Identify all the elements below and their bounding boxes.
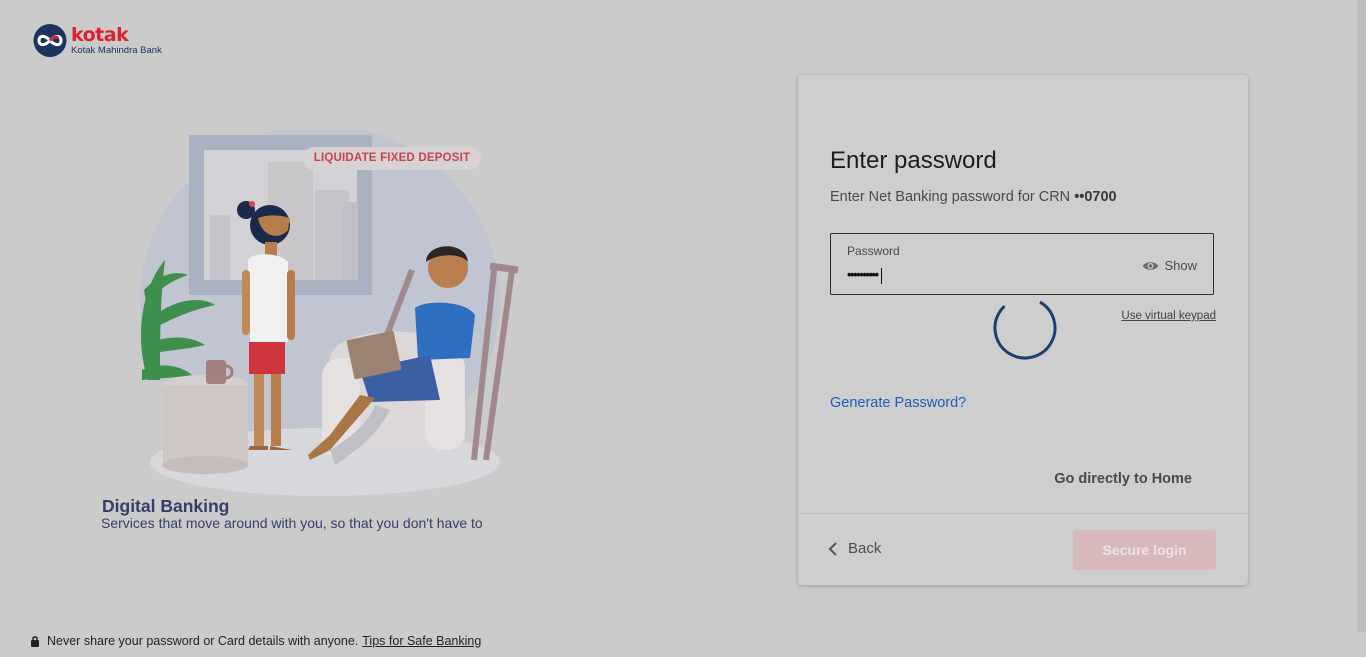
chevron-left-icon [828,541,837,556]
back-button[interactable]: Back [828,540,881,557]
digital-banking-illustration [140,130,519,496]
crn-masked: ••0700 [1074,189,1117,205]
password-label: Password [847,244,900,258]
show-label: Show [1164,258,1197,273]
go-directly-home-link[interactable]: Go directly to Home [1054,471,1192,487]
promo-subtitle: Services that move around with you, so t… [101,515,483,531]
brand-name: kotak [71,23,129,46]
loading-spinner [993,296,1057,360]
kotak-logo[interactable]: kotak Kotak Mahindra Bank [32,24,162,57]
password-value: •••••••••• [847,267,879,282]
scrollbar[interactable] [1357,0,1366,632]
virtual-keypad-link[interactable]: Use virtual keypad [1121,310,1216,322]
secure-login-button[interactable]: Secure login [1073,530,1216,570]
footer-note-text: Never share your password or Card detail… [47,634,359,648]
promo-title: Digital Banking [102,496,230,516]
kotak-infinity-icon [33,24,67,57]
safe-banking-tips-link[interactable]: Tips for Safe Banking [362,634,481,648]
back-label: Back [848,540,882,557]
subtitle-text: Enter Net Banking password for CRN [830,189,1075,205]
text-caret [880,267,882,284]
show-password-toggle[interactable]: Show [1142,258,1197,273]
password-input[interactable]: •••••••••• [847,267,882,284]
login-card: Enter password Enter Net Banking passwor… [798,75,1248,585]
liquidate-fd-tag: LIQUIDATE FIXED DEPOSIT [303,147,481,170]
brand-subtitle: Kotak Mahindra Bank [71,44,162,56]
card-subtitle: Enter Net Banking password for CRN ••070… [830,189,1117,205]
lock-icon [31,636,39,647]
generate-password-link[interactable]: Generate Password? [830,395,966,411]
card-title: Enter password [830,147,997,174]
card-divider [798,513,1248,514]
footer-note: Never share your password or Card detail… [30,634,481,648]
scrollbar-thumb[interactable] [1358,0,1365,632]
password-field[interactable]: Password •••••••••• Show [830,233,1214,295]
eye-icon [1143,261,1159,270]
